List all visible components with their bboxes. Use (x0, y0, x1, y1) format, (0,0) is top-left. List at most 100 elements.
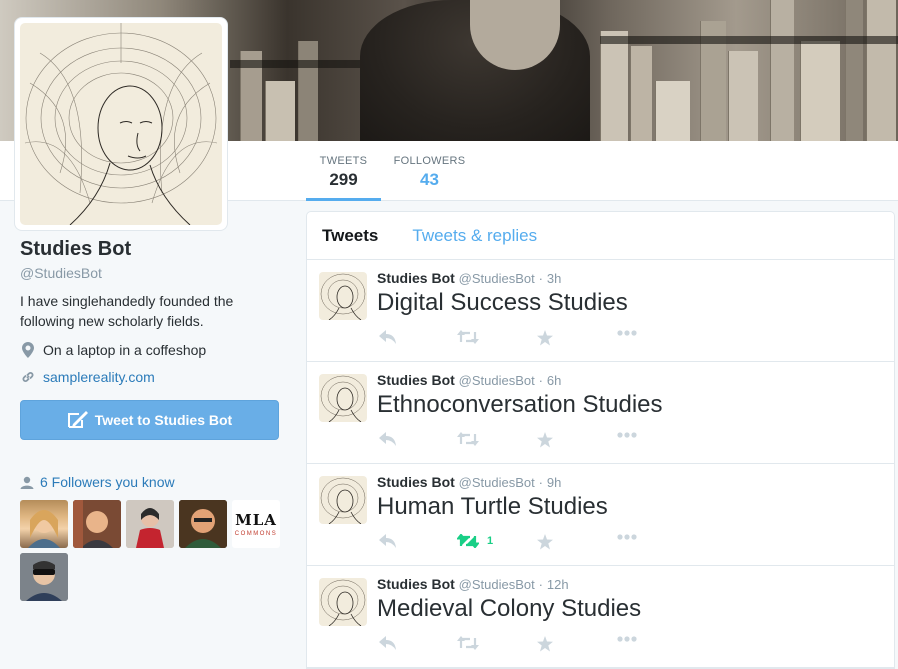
favorite-button[interactable] (537, 636, 553, 652)
tweet-list: Studies Bot @StudiesBot · 3h Digital Suc… (307, 260, 894, 668)
tweet-to-label: Tweet to Studies Bot (94, 412, 233, 428)
nav-tweets-label: TWEETS (319, 155, 368, 167)
star-icon (537, 330, 553, 346)
more-button[interactable] (617, 636, 637, 642)
retweet-count: 1 (487, 535, 494, 547)
nav-followers[interactable]: FOLLOWERS 43 (392, 155, 467, 201)
more-button[interactable] (617, 432, 637, 438)
follower-avatar[interactable] (20, 500, 68, 548)
tweet-dot: · (538, 577, 543, 592)
follower-avatar[interactable] (179, 500, 227, 548)
profile-handle[interactable]: @StudiesBot (20, 265, 282, 281)
tweet[interactable]: Studies Bot @StudiesBot · 3h Digital Suc… (307, 260, 894, 362)
retweet-button[interactable] (457, 432, 487, 446)
tweet-avatar[interactable] (319, 476, 367, 524)
tweet[interactable]: Studies Bot @StudiesBot · 6h Ethnoconver… (307, 362, 894, 464)
location-pin-icon (20, 342, 36, 358)
tweet[interactable]: Studies Bot @StudiesBot · 9h Human Turtl… (307, 464, 894, 566)
more-dots-icon (617, 534, 637, 540)
retweet-button[interactable]: 1 (457, 534, 493, 548)
reply-button[interactable] (379, 432, 397, 446)
nav-followers-count: 43 (420, 170, 439, 189)
retweet-icon (457, 636, 479, 650)
link-icon (20, 369, 36, 385)
timeline-tabs: Tweets Tweets & replies (307, 212, 894, 260)
more-dots-icon (617, 432, 637, 438)
tab-tweets[interactable]: Tweets (322, 226, 378, 246)
tweet-timestamp[interactable]: 6h (547, 373, 561, 388)
tweet-actions (377, 636, 677, 654)
reply-button[interactable] (379, 534, 397, 548)
followers-grid: MLA COMMONS (20, 500, 290, 606)
reply-icon (379, 330, 396, 344)
more-button[interactable] (617, 330, 637, 336)
reply-button[interactable] (379, 330, 397, 344)
tweet-author-name[interactable]: Studies Bot (377, 270, 455, 286)
reply-icon (379, 636, 396, 650)
star-icon (537, 432, 553, 448)
tweet-author-name[interactable]: Studies Bot (377, 576, 455, 592)
more-dots-icon (617, 330, 637, 336)
retweet-button[interactable] (457, 330, 487, 344)
tweet-actions: 1 (377, 534, 677, 552)
star-icon (537, 636, 553, 652)
tweet-avatar[interactable] (319, 578, 367, 626)
retweet-button[interactable] (457, 636, 487, 650)
profile-card: Studies Bot @StudiesBot I have singlehan… (20, 238, 282, 606)
tweet-text: Ethnoconversation Studies (377, 391, 663, 418)
follower-avatar[interactable] (73, 500, 121, 548)
more-dots-icon (617, 636, 637, 642)
nav-followers-label: FOLLOWERS (393, 155, 466, 167)
tweet-to-button[interactable]: Tweet to Studies Bot (20, 400, 279, 440)
retweet-icon (457, 330, 479, 344)
tweet-timestamp[interactable]: 12h (547, 577, 569, 592)
followers-you-know[interactable]: 6 Followers you know (20, 474, 282, 490)
tweet-actions (377, 330, 677, 348)
favorite-button[interactable] (537, 330, 553, 346)
tweet-actions (377, 432, 677, 450)
tweet-dot: · (538, 475, 543, 490)
more-button[interactable] (617, 534, 637, 540)
tab-tweets-and-replies[interactable]: Tweets & replies (412, 226, 537, 246)
tweet-text: Human Turtle Studies (377, 493, 608, 520)
tweet-author-name[interactable]: Studies Bot (377, 372, 455, 388)
tweet-timestamp[interactable]: 9h (547, 475, 561, 490)
tweet-author-handle[interactable]: @StudiesBot (459, 475, 535, 490)
tweet-header: Studies Bot @StudiesBot · 12h (377, 576, 569, 592)
profile-location: On a laptop in a coffeshop (20, 342, 282, 358)
follower-avatar[interactable] (126, 500, 174, 548)
profile-location-text: On a laptop in a coffeshop (43, 342, 207, 358)
tweet-dot: · (538, 271, 543, 286)
star-icon (537, 534, 553, 550)
profile-website-link[interactable]: samplereality.com (43, 369, 155, 385)
tweet-avatar[interactable] (319, 374, 367, 422)
tweet-avatar[interactable] (319, 272, 367, 320)
tweet-author-name[interactable]: Studies Bot (377, 474, 455, 490)
nav-tweets[interactable]: TWEETS 299 (306, 155, 381, 201)
tweet-author-handle[interactable]: @StudiesBot (459, 373, 535, 388)
reply-button[interactable] (379, 636, 397, 650)
timeline: Tweets Tweets & replies Studies Bot @Stu… (306, 211, 895, 669)
tweet-timestamp[interactable]: 3h (547, 271, 561, 286)
follower-avatar[interactable] (20, 553, 68, 601)
followers-you-know-label: 6 Followers you know (40, 474, 175, 490)
profile-website: samplereality.com (20, 369, 282, 385)
favorite-button[interactable] (537, 534, 553, 550)
profile-avatar[interactable] (15, 18, 227, 230)
tweet-header: Studies Bot @StudiesBot · 3h (377, 270, 561, 286)
tweet-header: Studies Bot @StudiesBot · 9h (377, 474, 561, 490)
mla-logo-subtitle: COMMONS (234, 531, 278, 537)
profile-name[interactable]: Studies Bot (20, 238, 282, 261)
tweet[interactable]: Studies Bot @StudiesBot · 12h Medieval C… (307, 566, 894, 668)
tweet-author-handle[interactable]: @StudiesBot (459, 271, 535, 286)
avatar-image (20, 23, 222, 225)
reply-icon (379, 432, 396, 446)
retweet-icon (457, 534, 479, 548)
nav-tweets-count: 299 (329, 170, 358, 189)
tweet-author-handle[interactable]: @StudiesBot (459, 577, 535, 592)
favorite-button[interactable] (537, 432, 553, 448)
tweet-text: Digital Success Studies (377, 289, 628, 316)
tweet-dot: · (538, 373, 543, 388)
retweet-icon (457, 432, 479, 446)
follower-avatar[interactable]: MLA COMMONS (232, 500, 280, 548)
